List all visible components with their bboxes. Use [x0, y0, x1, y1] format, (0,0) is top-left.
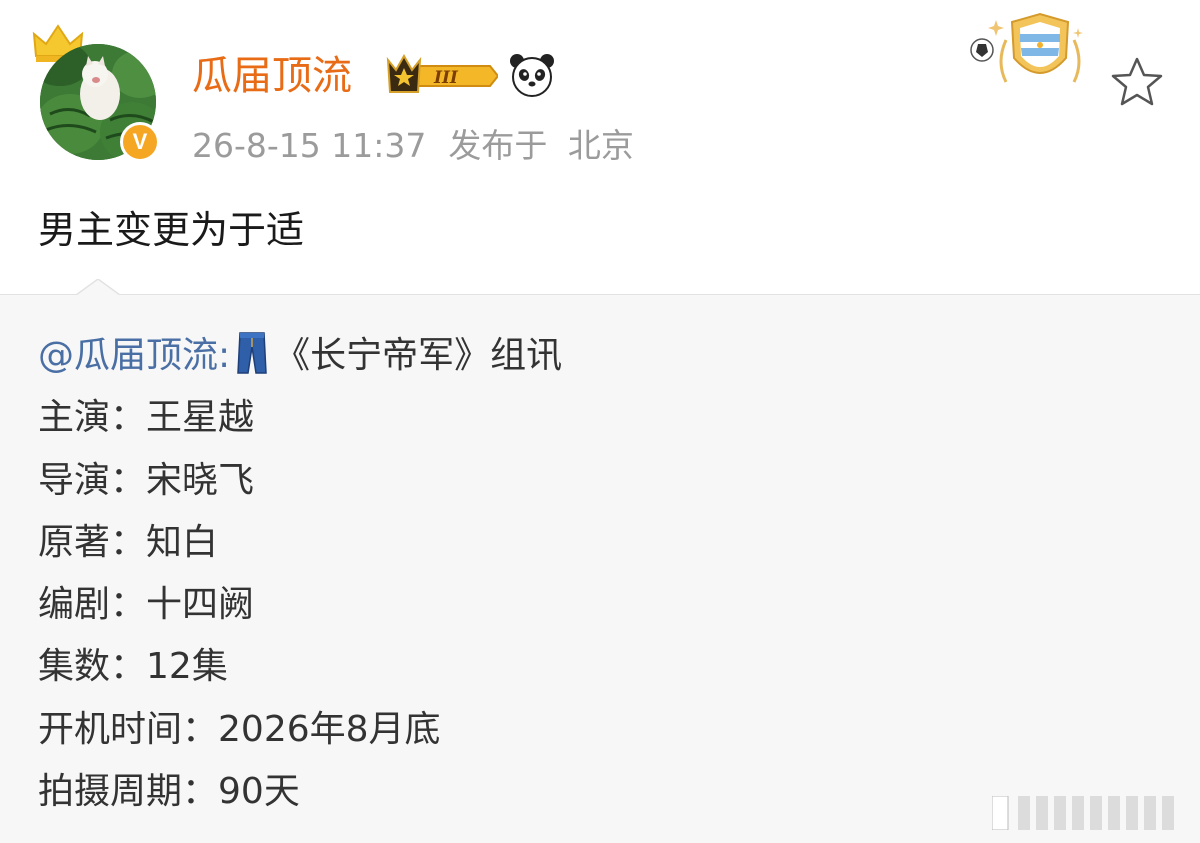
star-icon[interactable] — [1110, 56, 1164, 108]
post-location-prefix: 发布于 — [448, 126, 548, 165]
post-meta: 26-8-15 11:37 发布于 北京 — [192, 124, 634, 168]
panda-icon — [510, 54, 554, 97]
detail-label: 开机时间： — [38, 708, 219, 750]
detail-label: 编剧： — [38, 584, 147, 626]
argentina-football-badge-icon[interactable] — [966, 12, 1090, 92]
post-timestamp: 26-8-15 11:37 — [192, 126, 427, 165]
detail-label: 拍摄周期： — [38, 771, 219, 813]
detail-value: 知白 — [146, 521, 219, 563]
post-text: 男主变更为于适 — [38, 208, 305, 252]
detail-row: 主演：王星越 — [38, 387, 562, 449]
detail-row: 开机时间：2026年8月底 — [38, 699, 562, 761]
jeans-icon — [237, 332, 267, 374]
repost-mention[interactable]: @瓜届顶流: — [38, 335, 230, 376]
detail-value: 王星越 — [146, 397, 255, 439]
repost-pointer — [76, 279, 120, 297]
image-strip-icon[interactable] — [992, 796, 1188, 830]
detail-value: 12集 — [146, 646, 228, 688]
repost-headline: 《长宁帝军》组讯 — [274, 335, 563, 376]
avatar-area[interactable]: V — [32, 22, 162, 162]
detail-row: 导演：宋晓飞 — [38, 450, 562, 512]
repost-card[interactable]: @瓜届顶流: 《长宁帝军》组讯 主演：王星越 导演：宋晓飞 原著：知白 编剧：十… — [0, 294, 1200, 843]
detail-label: 主演： — [38, 397, 147, 439]
repost-headline-line: @瓜届顶流: 《长宁帝军》组讯 — [38, 325, 562, 387]
detail-row: 编剧：十四阙 — [38, 574, 562, 636]
detail-value: 90天 — [218, 771, 300, 813]
detail-row: 集数：12集 — [38, 636, 562, 698]
verified-badge: V — [120, 122, 160, 162]
level-badge[interactable]: III — [386, 52, 498, 100]
post-location: 北京 — [567, 126, 634, 165]
detail-value: 宋晓飞 — [146, 459, 255, 501]
detail-label: 原著： — [38, 521, 147, 563]
level-badge-text: III — [433, 68, 459, 88]
detail-row: 原著：知白 — [38, 512, 562, 574]
detail-row: 拍摄周期：90天 — [38, 761, 562, 823]
detail-value: 十四阙 — [146, 584, 255, 626]
username[interactable]: 瓜届顶流 — [192, 50, 352, 102]
repost-content: @瓜届顶流: 《长宁帝军》组讯 主演：王星越 导演：宋晓飞 原著：知白 编剧：十… — [38, 325, 562, 823]
detail-value: 2026年8月底 — [218, 708, 441, 750]
detail-label: 导演： — [38, 459, 147, 501]
detail-label: 集数： — [38, 646, 147, 688]
